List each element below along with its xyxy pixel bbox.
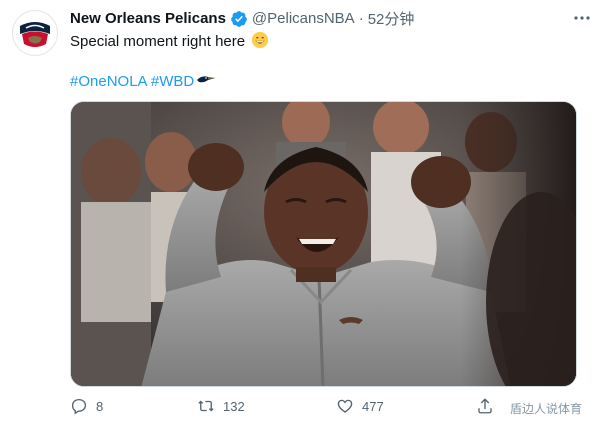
separator-dot: · [358, 10, 364, 27]
hashtag-link[interactable]: #OneNOLA [70, 73, 147, 90]
pelicans-logo-icon [20, 22, 50, 47]
more-options-icon[interactable] [570, 8, 594, 28]
hashtag-link[interactable]: #WBD [151, 73, 194, 90]
reply-button[interactable]: 8 [70, 397, 103, 415]
tweet-text: Special moment right here #OneNOLA #WBD [70, 31, 588, 92]
heart-icon [337, 399, 353, 413]
retweet-button[interactable]: 132 [197, 397, 245, 415]
avatar[interactable] [12, 10, 58, 56]
watermark-text: 盾边人说体育 [510, 402, 583, 416]
tweet-body: Special moment right here [70, 33, 246, 50]
reply-count: 8 [96, 398, 104, 414]
reply-icon [71, 398, 87, 415]
retweet-icon [198, 400, 214, 412]
verified-badge-icon [230, 10, 248, 28]
author-handle[interactable]: @PelicansNBA [252, 10, 355, 27]
tweet-header: New Orleans Pelicans @PelicansNBA · 52分钟 [70, 8, 568, 29]
tweet-media-image[interactable] [70, 101, 577, 387]
author-name[interactable]: New Orleans Pelicans [70, 10, 226, 27]
tweet-timestamp[interactable]: 52分钟 [368, 8, 415, 29]
share-icon [478, 398, 492, 414]
retweet-count: 132 [223, 398, 245, 414]
pelicans-hashflag-icon [196, 72, 216, 84]
like-count: 477 [362, 398, 384, 414]
grinning-emoji-icon [251, 31, 269, 49]
celebration-photo [71, 102, 576, 386]
share-button[interactable] [476, 397, 494, 415]
like-button[interactable]: 477 [336, 397, 384, 415]
